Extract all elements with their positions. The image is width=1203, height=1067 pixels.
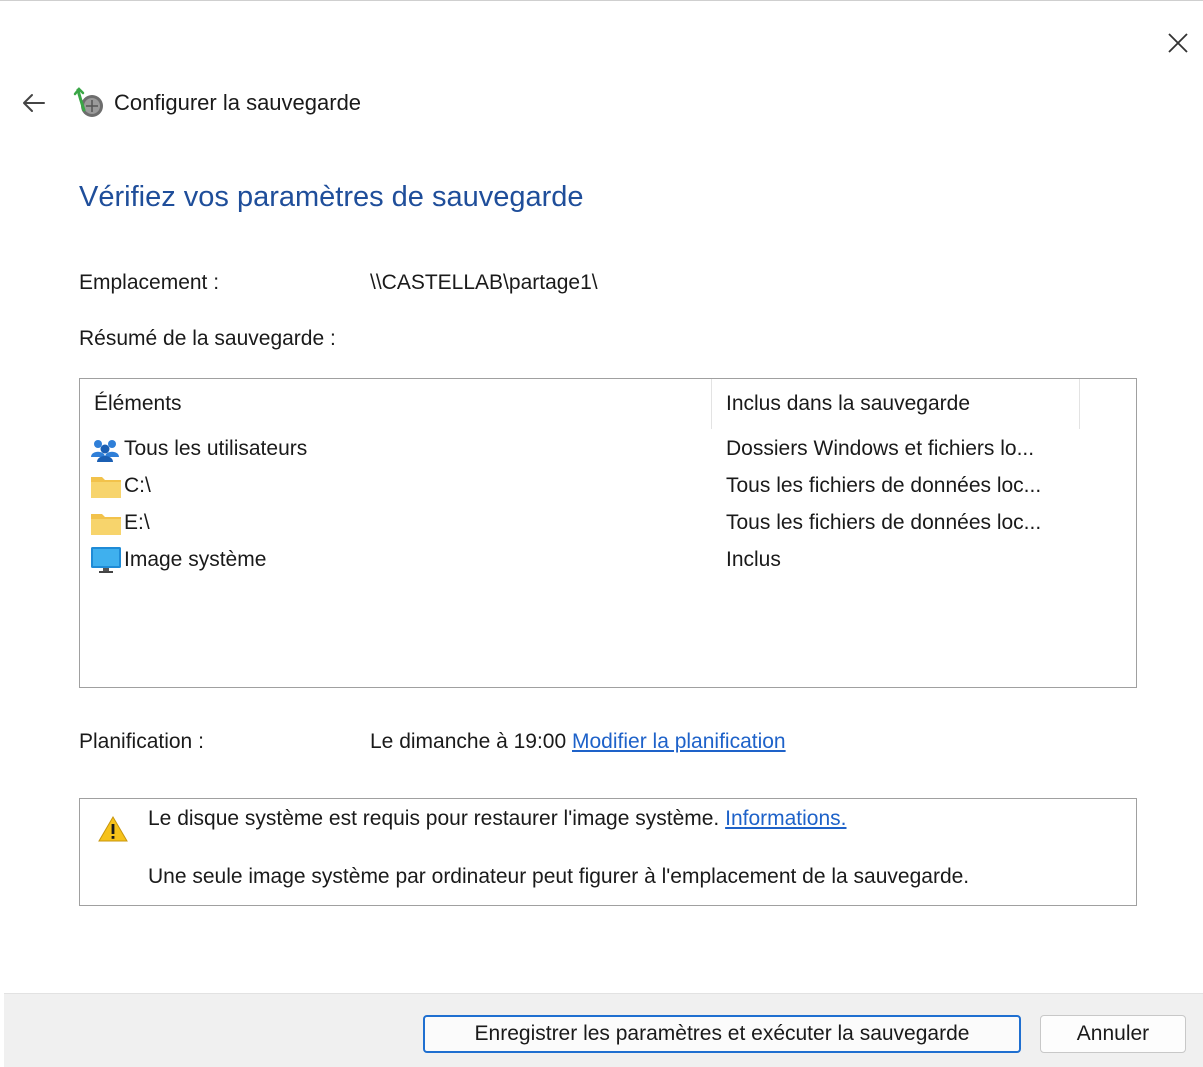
save-and-run-button[interactable]: Enregistrer les paramètres et exécuter l… — [423, 1015, 1021, 1053]
close-icon — [1168, 33, 1188, 53]
notice-line-2: Une seule image système par ordinateur p… — [148, 865, 970, 888]
list-item[interactable]: E:\ Tous les fichiers de données loc... — [80, 504, 1136, 541]
summary-label: Résumé de la sauvegarde : — [79, 327, 336, 350]
item-name: C:\ — [124, 473, 151, 497]
title-bar: Configurer la sauvegarde — [18, 83, 361, 123]
window-title: Configurer la sauvegarde — [114, 90, 362, 115]
item-included: Tous les fichiers de données loc... — [726, 473, 1042, 497]
column-header-items-label: Éléments — [94, 392, 182, 415]
warning-icon — [98, 816, 128, 842]
schedule-value: Le dimanche à 19:00 — [370, 730, 567, 753]
item-included: Dossiers Windows et fichiers lo... — [726, 436, 1035, 460]
backup-app-icon — [73, 87, 103, 117]
list-item[interactable]: Tous les utilisateurs Dossiers Windows e… — [80, 430, 1136, 467]
item-name: Image système — [124, 547, 267, 571]
change-schedule-link[interactable]: Modifier la planification — [572, 730, 786, 753]
back-button[interactable] — [18, 88, 48, 118]
back-arrow-icon — [23, 94, 45, 112]
item-name: Tous les utilisateurs — [124, 436, 308, 460]
backup-dialog: Configurer la sauvegarde Vérifiez vos pa… — [0, 0, 1203, 1067]
location-label: Emplacement : — [79, 271, 220, 294]
monitor-icon — [91, 546, 121, 573]
page-title: Vérifiez vos paramètres de sauvegarde — [79, 181, 584, 213]
item-included: Inclus — [726, 547, 781, 571]
column-header-included[interactable]: Inclus dans la sauvegarde — [712, 379, 1080, 429]
list-item[interactable]: Image système Inclus — [80, 541, 1136, 578]
location-value: \\CASTELLAB\partage1\ — [370, 271, 598, 294]
notice-box: Le disque système est requis pour restau… — [79, 798, 1137, 906]
folder-icon — [91, 513, 121, 535]
schedule-row: Le dimanche à 19:00 Modifier la planific… — [370, 730, 786, 754]
close-button[interactable] — [1158, 23, 1198, 63]
item-included: Tous les fichiers de données loc... — [726, 510, 1042, 534]
button-bar: Enregistrer les paramètres et exécuter l… — [4, 993, 1203, 1067]
item-name: E:\ — [124, 510, 150, 534]
folder-icon — [91, 476, 121, 498]
notice-line-1: Le disque système est requis pour restau… — [148, 807, 847, 831]
column-header-included-label: Inclus dans la sauvegarde — [726, 392, 970, 415]
users-icon — [91, 439, 119, 462]
information-link[interactable]: Informations. — [725, 807, 846, 830]
list-item[interactable]: C:\ Tous les fichiers de données loc... — [80, 467, 1136, 504]
notice-text-1: Le disque système est requis pour restau… — [148, 807, 720, 830]
column-header-items[interactable]: Éléments — [80, 379, 712, 429]
backup-summary-list[interactable]: Éléments Inclus dans la sauvegarde Tous — [79, 378, 1137, 688]
cancel-button[interactable]: Annuler — [1040, 1015, 1186, 1053]
schedule-label: Planification : — [79, 730, 204, 753]
